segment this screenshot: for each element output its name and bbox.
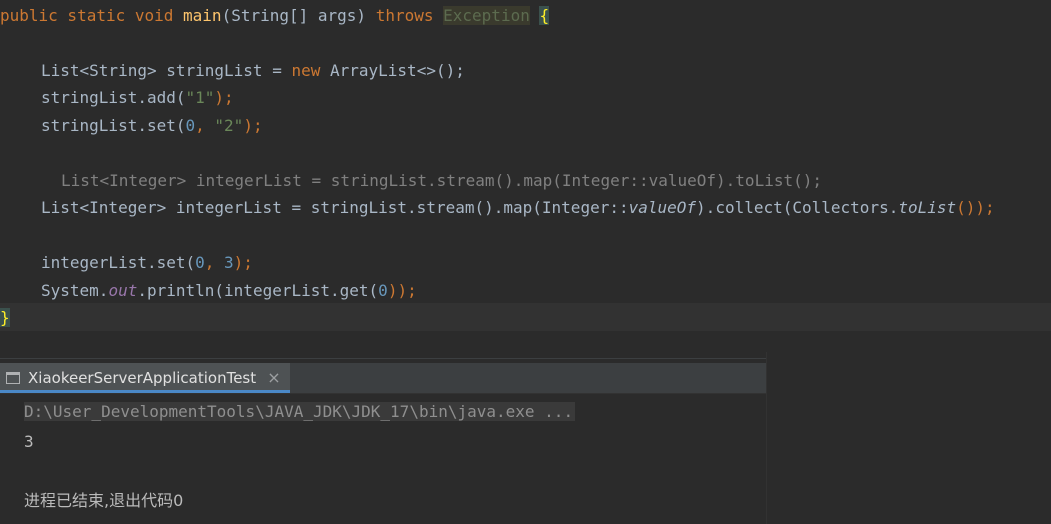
console-exit-message: 进程已结束,退出代码0 — [24, 491, 184, 510]
method-params: (String[] args) — [221, 6, 367, 25]
string-literal: "2" — [214, 116, 244, 135]
active-tab-indicator — [0, 390, 290, 393]
throws-keyword: throws — [375, 6, 434, 25]
code-token: integerList.set( — [41, 253, 196, 272]
code-token: stringList.add( — [41, 88, 186, 107]
console-output-value: 3 — [24, 432, 34, 451]
code-token: ArrayList<>(); — [320, 61, 465, 80]
code-token: , — [195, 116, 215, 135]
panel-divider — [0, 358, 766, 359]
string-literal: "1" — [185, 88, 215, 107]
code-line-4: stringList.add("1"); — [41, 84, 234, 111]
number-literal: 3 — [224, 253, 234, 272]
code-token: List<Integer> integerList = stringList.s… — [41, 198, 629, 217]
open-brace: { — [539, 6, 550, 25]
code-line-12: } — [0, 304, 10, 331]
code-line-1: public static void main(String[] args) t… — [0, 2, 550, 29]
code-token: )); — [387, 281, 417, 300]
static-field: out — [108, 281, 138, 300]
method-name: main — [183, 6, 222, 25]
command-text: D:\User_DevelopmentTools\JAVA_JDK\JDK_17… — [24, 402, 576, 421]
code-line-3: List<String> stringList = new ArrayList<… — [41, 57, 465, 84]
run-console-icon — [6, 370, 20, 384]
code-token: ).collect(Collectors. — [696, 198, 899, 217]
current-line-highlight — [0, 303, 1051, 331]
number-literal: 0 — [185, 116, 196, 135]
tab-xiaokeer-server-application-test[interactable]: XiaokeerServerApplicationTest × — [0, 363, 290, 393]
number-literal: 0 — [195, 253, 205, 272]
code-line-11: System.out.println(integerList.get(0)); — [41, 277, 417, 304]
new-keyword: new — [291, 61, 321, 80]
exception-type: Exception — [443, 6, 530, 25]
static-method-ref: valueOf — [628, 198, 697, 217]
code-token: ); — [243, 116, 263, 135]
number-literal: 0 — [378, 281, 388, 300]
run-tab-bar: XiaokeerServerApplicationTest × — [0, 363, 766, 394]
keyword-modifiers: public static void — [0, 6, 174, 25]
code-line-8: List<Integer> integerList = stringList.s… — [41, 194, 995, 221]
close-brace: } — [0, 308, 10, 327]
tab-label: XiaokeerServerApplicationTest — [28, 369, 257, 387]
code-token: ); — [233, 253, 253, 272]
code-token: .println(integerList.get( — [137, 281, 379, 300]
close-icon[interactable]: × — [264, 368, 284, 388]
code-token: stringList.set( — [41, 116, 186, 135]
code-token: List<String> stringList = — [41, 61, 292, 80]
code-token: ()); — [956, 198, 995, 217]
code-token: , — [204, 253, 225, 272]
console-command-line: D:\User_DevelopmentTools\JAVA_JDK\JDK_17… — [24, 399, 576, 425]
code-token: ); — [214, 88, 234, 107]
code-line-10: integerList.set(0, 3); — [41, 249, 253, 276]
code-line-5: stringList.set(0, "2"); — [41, 112, 263, 139]
code-editor[interactable]: public static void main(String[] args) t… — [0, 0, 1051, 352]
console-output[interactable]: D:\User_DevelopmentTools\JAVA_JDK\JDK_17… — [0, 394, 766, 524]
code-line-7-commented: List<Integer> integerList = stringList.s… — [61, 171, 822, 190]
code-token: System. — [41, 281, 109, 300]
panel-right-area — [766, 352, 1051, 524]
static-method-call: toList — [898, 198, 957, 217]
run-tool-window: XiaokeerServerApplicationTest × D:\User_… — [0, 352, 1051, 524]
